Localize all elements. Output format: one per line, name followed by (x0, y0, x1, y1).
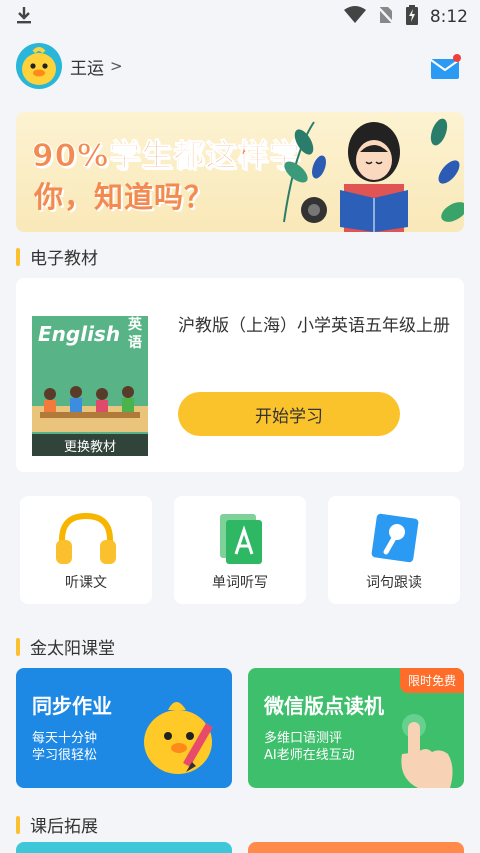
cover-title-english: English (38, 322, 121, 346)
textbook-card: English 英语 更换教材 沪教版（上海）小学英语五年级上册 开始学习 (16, 278, 464, 472)
section-bar (16, 815, 20, 834)
extension-card-2[interactable] (248, 842, 464, 853)
cover-title-chinese: 英语 (128, 317, 142, 351)
course-title: 同步作业 (32, 694, 112, 718)
section-bar (16, 247, 20, 266)
change-textbook-button[interactable]: 更换教材 (32, 434, 148, 456)
tool-card-follow-read[interactable]: 词句跟读 (328, 496, 460, 604)
profile-arrow[interactable]: > (110, 57, 123, 75)
status-bar: 8:12 (0, 0, 480, 34)
chick-mascot-icon (144, 702, 213, 774)
textbook-title: 沪教版（上海）小学英语五年级上册 (178, 316, 450, 336)
course-title: 微信版点读机 (264, 694, 384, 718)
course-subtitle-line2: AI老师在线互动 (264, 748, 355, 763)
section-label: 课后拓展 (30, 817, 98, 837)
section-label: 金太阳课堂 (30, 639, 115, 659)
username[interactable]: 王运 (70, 54, 104, 79)
banner-subheadline: 你，知道吗？ (34, 180, 215, 214)
section-title-textbook: 电子教材 (16, 244, 98, 269)
section-label: 电子教材 (30, 249, 98, 269)
textbook-cover[interactable]: English 英语 更换教材 (32, 294, 148, 456)
tool-label: 词句跟读 (366, 575, 422, 591)
section-title-classroom: 金太阳课堂 (16, 634, 115, 659)
banner-illustration (283, 118, 464, 232)
wifi-icon (343, 6, 366, 28)
extension-card-1[interactable] (16, 842, 232, 853)
section-bar (16, 637, 20, 656)
avatar[interactable] (16, 43, 62, 89)
course-subtitle-line2: 学习很轻松 (32, 748, 98, 763)
tool-card-listen-text[interactable]: 听课文 (20, 496, 152, 604)
course-subtitle: 多维口语测评 AI老师在线互动 (264, 730, 355, 764)
course-subtitle: 每天十分钟 学习很轻松 (32, 730, 97, 764)
profile-header[interactable]: 王运 > (0, 40, 480, 92)
tool-label: 单词听写 (212, 575, 268, 591)
banner-headline: 90%学生都这样学 (31, 138, 302, 175)
start-learning-button[interactable]: 开始学习 (178, 392, 400, 436)
mail-icon[interactable] (430, 54, 462, 84)
headphones-icon (54, 510, 118, 570)
microphone-icon (366, 510, 422, 570)
promo-banner[interactable]: 90%学生都这样学 你，知道吗？ (16, 112, 464, 232)
no-sim-icon (376, 5, 395, 29)
free-badge: 限时免费 (399, 668, 464, 693)
status-time: 8:12 (429, 7, 468, 27)
tool-label: 听课文 (65, 575, 107, 591)
pointing-hand-icon (401, 714, 453, 788)
battery-charging-icon (405, 5, 418, 29)
tool-card-word-dictation[interactable]: 单词听写 (174, 496, 306, 604)
course-subtitle-line1: 多维口语测评 (264, 731, 343, 746)
cover-illustration (32, 386, 148, 432)
course-subtitle-line1: 每天十分钟 (32, 731, 98, 746)
dictation-icon (212, 510, 268, 570)
course-card-sync-homework[interactable]: 同步作业 每天十分钟 学习很轻松 (16, 668, 232, 788)
course-card-wechat-reader[interactable]: 限时免费 微信版点读机 多维口语测评 AI老师在线互动 (248, 668, 464, 788)
cover-top-strip (32, 294, 148, 316)
download-icon (14, 5, 34, 29)
section-title-extension: 课后拓展 (16, 812, 98, 837)
